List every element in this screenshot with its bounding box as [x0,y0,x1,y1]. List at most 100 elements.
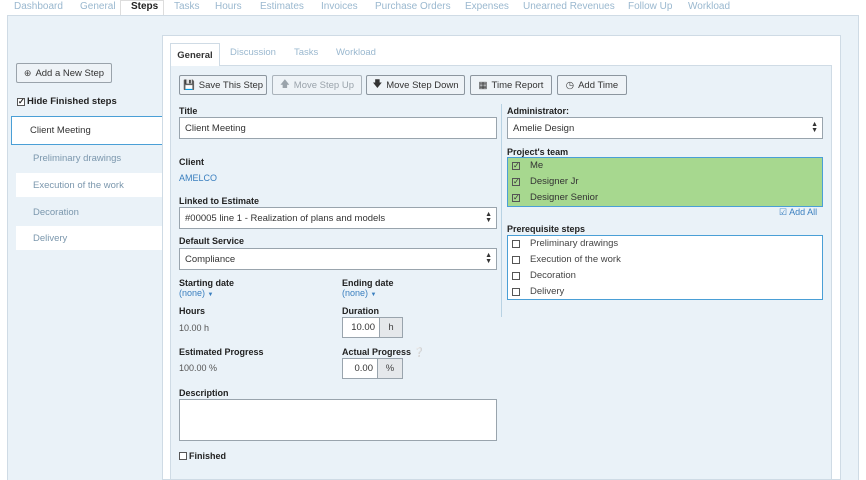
move-step-up-label: Move Step Up [293,79,354,91]
tab-unearned-revenues[interactable]: Unearned Revenues [523,1,615,12]
team-member-name: Designer Senior [530,192,599,203]
save-step-label: Save This Step [198,79,264,91]
finished-checkbox[interactable]: Finished [179,451,226,461]
checkbox-icon[interactable] [512,255,520,264]
actual-progress-input[interactable]: 0.00 [342,358,378,379]
tab-follow-up[interactable]: Follow Up [628,1,672,12]
tab-purchase-orders[interactable]: Purchase Orders [375,1,451,12]
top-tab-bar: Dashboard General Steps Tasks Hours Esti… [0,0,866,16]
prerequisite-steps-list: Preliminary drawings Execution of the wo… [507,235,823,300]
estimated-progress-label: Estimated Progress [179,347,264,357]
service-label: Default Service [179,236,245,246]
hours-value: 10.00 h [179,323,210,333]
clock-icon: ◷ [565,79,575,91]
checkbox-checked-icon[interactable]: ✓ [512,161,520,170]
step-item-client-meeting[interactable]: Client Meeting [11,116,162,145]
prerequisite-row[interactable]: Execution of the work [512,254,621,265]
end-date-picker[interactable]: (none) ▼ [342,288,376,298]
administrator-label: Administrator: [507,106,570,116]
service-select-value: Compliance [185,253,236,265]
arrow-down-icon: 🡇 [372,79,383,90]
save-step-button[interactable]: 💾 Save This Step [179,75,267,95]
actual-progress-label: Actual Progress ❔ [342,347,425,358]
step-item-label: Decoration [33,206,79,218]
hide-finished-label: Hide Finished steps [27,96,117,107]
select-arrows-icon: ▲ ▼ [811,121,818,134]
duration-label: Duration [342,306,379,316]
prerequisite-row[interactable]: Delivery [512,286,564,297]
add-time-label: Add Time [578,79,619,91]
save-icon: 💾 [182,79,195,91]
add-all-link[interactable]: ☑ Add All [779,207,817,218]
add-step-button[interactable]: ⊕ Add a New Step [16,63,112,83]
step-item-delivery[interactable]: Delivery [16,226,162,250]
move-step-up-button[interactable]: 🡅 Move Step Up [272,75,362,95]
client-link[interactable]: AMELCO [179,173,217,183]
estimate-select[interactable]: #00005 line 1 - Realization of plans and… [179,207,497,229]
checkbox-checked-icon[interactable]: ✓ [512,177,520,186]
prerequisite-name: Delivery [530,286,565,297]
prerequisite-name: Preliminary drawings [530,238,619,249]
tab-general[interactable]: General [80,1,116,12]
column-divider [501,104,502,317]
project-team-label: Project's team [507,147,569,157]
project-team-list: ✓ Me ✓ Designer Jr ✓ Designer Senior [507,157,823,207]
actual-progress-unit: % [378,358,403,379]
team-member-name: Designer Jr [530,176,579,187]
step-item-decoration[interactable]: Decoration [16,200,162,224]
end-date-value: (none) [342,288,369,298]
prerequisite-name: Execution of the work [530,254,621,265]
bar-chart-icon: ▦ [478,79,488,91]
caret-down-icon: ▼ [207,292,214,298]
tab-expenses[interactable]: Expenses [465,1,509,12]
prerequisite-steps-label: Prerequisite steps [507,224,586,234]
plus-circle-icon: ⊕ [23,67,32,78]
move-step-down-button[interactable]: 🡇 Move Step Down [366,75,465,95]
time-report-button[interactable]: ▦ Time Report [470,75,552,95]
tab-hours[interactable]: Hours [215,1,242,12]
description-label: Description [179,388,229,398]
step-item-label: Delivery [33,232,68,244]
duration-input[interactable]: 10.00 [342,317,380,338]
tab-invoices[interactable]: Invoices [321,1,358,12]
prerequisite-row[interactable]: Decoration [512,270,576,281]
checkbox-icon[interactable] [512,271,520,280]
start-date-picker[interactable]: (none) ▼ [179,288,213,298]
prerequisite-name: Decoration [530,270,576,281]
finished-label: Finished [189,451,227,461]
duration-unit: h [380,317,403,338]
inner-tab-general[interactable]: General [170,43,220,66]
step-item-preliminary-drawings[interactable]: Preliminary drawings [16,146,162,170]
step-item-execution-of-the-work[interactable]: Execution of the work [16,173,162,197]
add-step-label: Add a New Step [35,67,105,79]
checkbox-checked-icon[interactable]: ✓ [512,193,520,202]
checkbox-icon[interactable] [512,287,520,296]
checkbox-icon[interactable] [512,239,520,248]
inner-tab-discussion[interactable]: Discussion [230,47,276,58]
tab-tasks[interactable]: Tasks [174,1,200,12]
add-time-button[interactable]: ◷ Add Time [557,75,627,95]
tab-dashboard[interactable]: Dashboard [14,1,63,12]
question-circle-icon[interactable]: ❔ [414,347,425,357]
checkbox-icon[interactable] [179,452,187,460]
step-item-label: Preliminary drawings [33,152,122,164]
team-member-row[interactable]: ✓ Me [512,160,543,171]
hide-finished-toggle[interactable]: ✓ Hide Finished steps [17,96,117,107]
prerequisite-row[interactable]: Preliminary drawings [512,238,618,249]
tab-steps[interactable]: Steps [131,1,158,12]
check-square-icon: ☑ [779,207,788,217]
tab-estimates[interactable]: Estimates [260,1,304,12]
inner-tab-workload[interactable]: Workload [336,47,376,58]
service-select[interactable]: Compliance ▲ ▼ [179,248,497,270]
administrator-select[interactable]: Amelie Design ▲ ▼ [507,117,823,139]
add-all-label: Add All [789,207,818,217]
inner-tab-tasks[interactable]: Tasks [294,47,318,58]
team-member-row[interactable]: ✓ Designer Senior [512,192,598,203]
tab-workload[interactable]: Workload [688,1,730,12]
description-textarea[interactable] [179,399,497,441]
arrow-up-icon: 🡅 [280,79,290,90]
title-label: Title [179,106,198,116]
title-input[interactable]: Client Meeting [179,117,497,139]
checkbox-checked-icon[interactable]: ✓ [17,97,25,106]
team-member-row[interactable]: ✓ Designer Jr [512,176,579,187]
